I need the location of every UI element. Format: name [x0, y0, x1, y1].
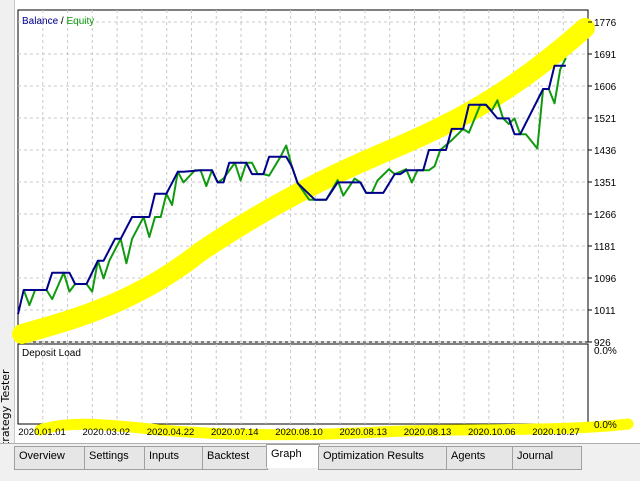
deposit-load-title: Deposit Load: [22, 348, 81, 359]
main-chart-area: [17, 9, 589, 343]
y-tick-label: 1776: [594, 18, 617, 29]
y-tick-label: 1351: [594, 178, 617, 189]
x-tick-label: 2020.10.06: [468, 427, 516, 438]
legend-balance: Balance: [22, 16, 59, 27]
x-tick-label: 2020.10.27: [532, 427, 580, 438]
y-tick-label: 1011: [594, 306, 616, 317]
deposit-load-top-tick: 0.0%: [594, 346, 617, 357]
deposit-load-bottom-tick: 0.0%: [594, 420, 617, 431]
tester-graph: 1776 1691 1606 1521 1436 1351 1266 1181 1096 1011…: [12, 9, 634, 441]
y-tick-label: 1691: [594, 50, 617, 61]
x-tick-label: 2020.04.22: [147, 427, 195, 438]
tab-journal[interactable]: Journal: [512, 446, 582, 470]
tab-overview[interactable]: Overview: [14, 446, 88, 470]
y-tick-label: 1266: [594, 210, 617, 221]
y-axis-ticks: 1776 1691 1606 1521 1436 1351 1266 1181 1096 1011…: [588, 18, 617, 349]
x-axis-ticks: 2020.01.01 2020.03.02 2020.04.22 2020.07.14…: [18, 427, 580, 438]
y-tick-label: 1096: [594, 274, 617, 285]
y-tick-label: 1436: [594, 146, 617, 157]
tester-tab-bar: Overview Settings Inputs Backtest Graph …: [0, 443, 640, 481]
legend-separator: /: [58, 16, 66, 27]
x-tick-label: 2020.01.01: [18, 427, 66, 438]
tab-agents[interactable]: Agents: [446, 446, 516, 470]
x-tick-label: 2020.08.13: [339, 427, 387, 438]
y-tick-label: 1521: [594, 114, 617, 125]
tab-backtest[interactable]: Backtest: [202, 446, 268, 470]
y-tick-label: 1181: [594, 242, 616, 253]
legend-equity: Equity: [66, 16, 94, 27]
x-tick-label: 2020.03.02: [82, 427, 130, 438]
tab-optimization-results[interactable]: Optimization Results: [318, 446, 450, 470]
x-tick-label: 2020.08.10: [275, 427, 323, 438]
x-tick-label: 2020.08.13: [404, 427, 452, 438]
y-tick-label: 1606: [594, 82, 617, 93]
tab-inputs[interactable]: Inputs: [144, 446, 206, 470]
tab-settings[interactable]: Settings: [84, 446, 148, 470]
chart-legend: Balance / Equity: [22, 16, 94, 27]
deposit-load-area: [17, 343, 589, 425]
x-tick-label: 2020.07.14: [211, 427, 259, 438]
tab-graph[interactable]: Graph: [266, 444, 320, 468]
